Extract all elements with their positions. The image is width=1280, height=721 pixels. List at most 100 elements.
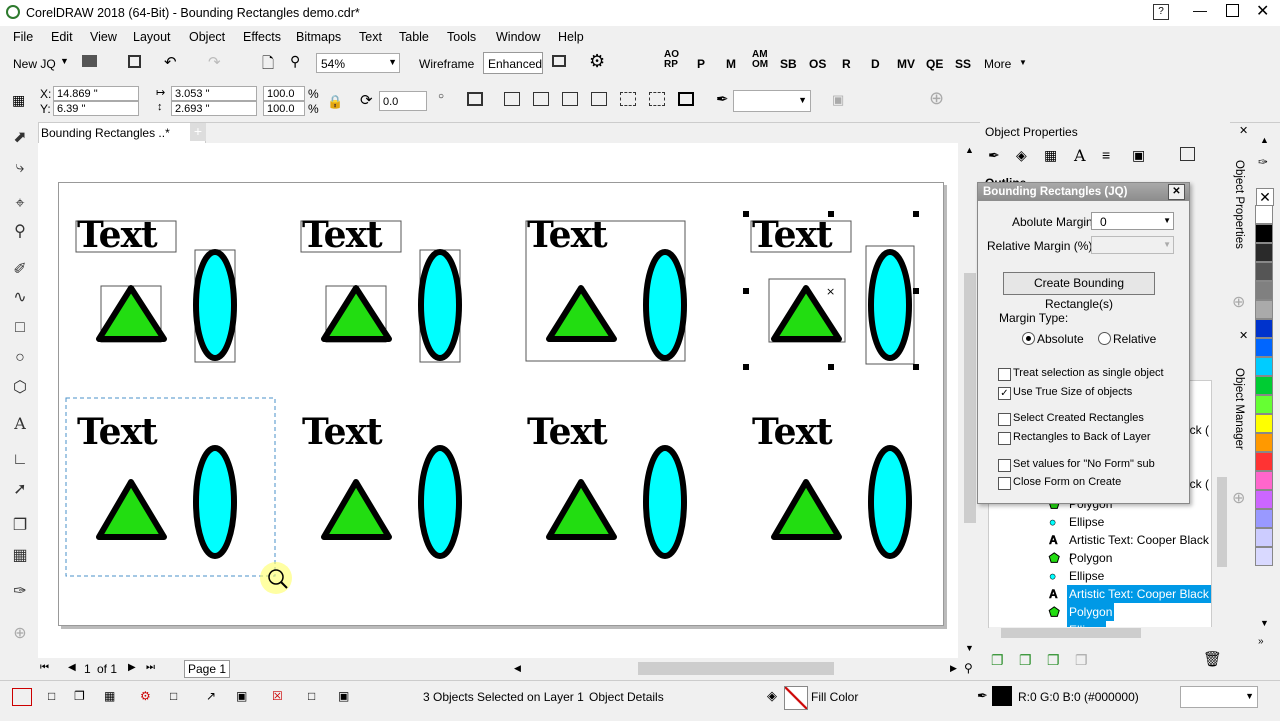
object-manager-item[interactable]: Ellipse xyxy=(1067,513,1106,531)
palette-swatch[interactable] xyxy=(1255,262,1273,281)
palette-swatch[interactable] xyxy=(1255,224,1273,243)
artistic-text[interactable]: Text xyxy=(77,217,158,253)
abs-margin-field[interactable]: 0 ▼ xyxy=(1091,212,1174,230)
panel-close-icon[interactable]: ✕ xyxy=(1239,124,1248,137)
paragraph-tab-icon[interactable]: ≡ xyxy=(1102,147,1110,163)
object-manager-item[interactable]: Polygon xyxy=(1067,549,1114,567)
scroll-down-icon[interactable]: ▼ xyxy=(965,643,974,653)
artistic-text[interactable]: Text xyxy=(527,414,608,450)
status-tool-icon[interactable]: ▣ xyxy=(338,689,349,703)
outline-tab-icon[interactable]: ✒ xyxy=(988,147,1000,164)
add-docker-icon[interactable]: ⊕ xyxy=(1232,292,1245,312)
status-tool-icon[interactable]: ↗ xyxy=(206,689,216,703)
next-page-icon[interactable]: ▶ xyxy=(128,662,136,673)
tree-scroll-thumb[interactable] xyxy=(1217,477,1227,567)
first-page-icon[interactable]: ⏮ xyxy=(40,662,49,673)
palette-swatch[interactable] xyxy=(1255,376,1273,395)
dialog-title-bar[interactable]: Bounding Rectangles (JQ) ✕ xyxy=(978,183,1189,201)
last-page-icon[interactable]: ⏭ xyxy=(146,662,155,673)
status-tool-icon[interactable]: ▣ xyxy=(236,689,247,703)
zoom-navigator-icon[interactable]: ⚲ xyxy=(964,661,973,675)
chevron-down-icon[interactable]: ▼ xyxy=(1245,691,1254,701)
object-manager-item[interactable]: Artistic Text: Cooper Black ( xyxy=(1067,585,1211,619)
snap-icon[interactable] xyxy=(12,688,32,706)
palette-swatch[interactable] xyxy=(1255,490,1273,509)
palette-swatch[interactable] xyxy=(1255,205,1273,224)
new-master-layer-icon[interactable]: ❐ xyxy=(1019,652,1032,669)
object-properties-side-tab[interactable]: Object Properties xyxy=(1233,160,1245,249)
new-master-layer-even-icon[interactable]: ❐ xyxy=(1047,652,1060,669)
hscroll-right-icon[interactable]: ▶ xyxy=(950,663,957,674)
artistic-text[interactable]: Text xyxy=(302,217,383,253)
scroll-thumb[interactable] xyxy=(964,273,976,523)
palette-swatch[interactable] xyxy=(1255,243,1273,262)
palette-swatch[interactable] xyxy=(1255,395,1273,414)
character-tab-icon[interactable]: A xyxy=(1074,146,1086,165)
palette-swatch[interactable] xyxy=(1255,414,1273,433)
page-tab[interactable]: Page 1 xyxy=(184,660,230,678)
object-manager-item[interactable]: Polygon xyxy=(1067,603,1115,621)
image-tab-icon[interactable]: ▣ xyxy=(1132,147,1145,164)
new-layer-icon[interactable]: ❐ xyxy=(991,652,1004,669)
status-tool-icon[interactable]: □ xyxy=(308,689,315,703)
fill-tab-icon[interactable]: ◈ xyxy=(1016,147,1027,164)
palette-swatch[interactable] xyxy=(1255,528,1273,547)
status-tool-icon[interactable]: ☒ xyxy=(272,689,283,703)
hscroll-thumb[interactable] xyxy=(638,662,834,675)
palette-down-icon[interactable]: ▼ xyxy=(1260,618,1269,628)
palette-expand-icon[interactable]: » xyxy=(1258,636,1264,647)
no-color-swatch[interactable]: ✕ xyxy=(1256,188,1274,206)
delete-icon[interactable]: 🗑 xyxy=(1203,650,1222,668)
rel-margin-field[interactable]: ▼ xyxy=(1091,236,1174,254)
object-manager-side-tab[interactable]: Object Manager xyxy=(1233,368,1245,450)
object-manager-item[interactable]: Artistic Text: Cooper Black ( xyxy=(1067,531,1211,565)
tree-hscroll-thumb[interactable] xyxy=(1001,628,1141,638)
checkbox-true-size[interactable]: ✓ xyxy=(998,387,1011,400)
checkbox-no-form[interactable] xyxy=(998,459,1011,472)
palette-swatch[interactable] xyxy=(1255,471,1273,490)
palette-swatch[interactable] xyxy=(1255,338,1273,357)
palette-swatch[interactable] xyxy=(1255,281,1273,300)
object-details-link[interactable]: Object Details xyxy=(589,690,664,704)
new-master-layer-odd-icon[interactable]: ❐ xyxy=(1075,652,1088,669)
status-tool-icon[interactable]: ❐ xyxy=(74,689,85,703)
checkbox-close-on-create[interactable] xyxy=(998,477,1011,490)
add-docker-icon[interactable]: ⊕ xyxy=(1232,488,1245,508)
transparency-tab-icon[interactable]: ▦ xyxy=(1044,147,1057,164)
dialog-close-button[interactable]: ✕ xyxy=(1168,184,1185,200)
scroll-up-icon[interactable]: ▲ xyxy=(965,145,974,155)
object-manager-close-icon[interactable]: ✕ xyxy=(1239,329,1248,342)
vertical-scrollbar[interactable]: ▲ ▼ xyxy=(962,143,978,658)
palette-swatch[interactable] xyxy=(1255,452,1273,471)
palette-swatch[interactable] xyxy=(1255,433,1273,452)
artistic-text[interactable]: Text xyxy=(302,414,383,450)
prev-page-icon[interactable]: ◀ xyxy=(68,662,76,673)
artistic-text[interactable]: Text xyxy=(752,414,833,450)
no-fill-swatch[interactable] xyxy=(784,686,808,710)
checkbox-single-object[interactable] xyxy=(998,368,1011,381)
palette-swatch[interactable] xyxy=(1255,319,1273,338)
palette-swatch[interactable] xyxy=(1255,509,1273,528)
checkbox-select-created[interactable] xyxy=(998,413,1011,426)
artistic-text[interactable]: Text xyxy=(527,217,608,253)
status-tool-icon[interactable]: □ xyxy=(170,689,177,703)
chevron-down-icon[interactable]: ▼ xyxy=(1163,216,1171,225)
palette-swatch[interactable] xyxy=(1255,547,1273,566)
status-tool-icon[interactable]: □ xyxy=(48,689,55,703)
radio-absolute[interactable] xyxy=(1022,332,1035,345)
artistic-text[interactable]: Text xyxy=(77,414,158,450)
palette-swatch[interactable] xyxy=(1255,357,1273,376)
artistic-text[interactable]: Text xyxy=(752,217,833,253)
palette-swatch[interactable] xyxy=(1255,300,1273,319)
outline-color-swatch[interactable] xyxy=(992,686,1012,706)
chevron-down-icon[interactable]: ▼ xyxy=(1163,240,1171,249)
frame-tab-icon[interactable] xyxy=(1180,147,1195,161)
outline-width-status[interactable]: ▼ xyxy=(1180,686,1258,708)
object-manager-item[interactable]: Ellipse xyxy=(1067,567,1106,585)
status-tool-icon[interactable]: ⚙ xyxy=(140,689,151,703)
palette-eyedropper-icon[interactable]: ✑ xyxy=(1258,155,1268,169)
radio-relative[interactable] xyxy=(1098,332,1111,345)
palette-up-icon[interactable]: ▲ xyxy=(1260,135,1269,145)
status-tool-icon[interactable]: ▦ xyxy=(104,689,115,703)
hscroll-left-icon[interactable]: ◀ xyxy=(514,663,521,674)
